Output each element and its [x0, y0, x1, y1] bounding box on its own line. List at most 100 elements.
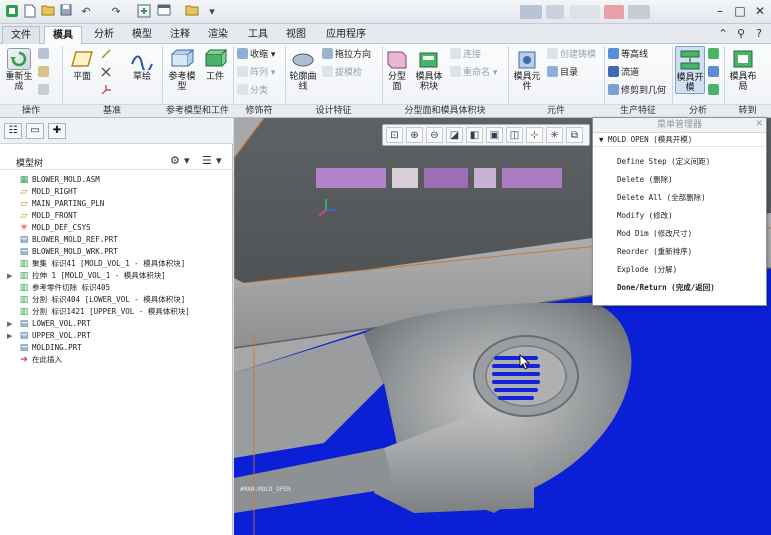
menu-manager-submenu[interactable]: ▼ MOLD OPEN (模具开模) [593, 133, 766, 147]
model-tree-item[interactable]: ▦ BLOWER_MOLD.ASM [0, 174, 233, 186]
spin-center-icon[interactable]: ✳ [546, 127, 563, 143]
model-tree-item[interactable]: ➔ 在此插入 [0, 354, 233, 366]
repaint-icon[interactable]: ◪ [446, 127, 463, 143]
model-tree-item[interactable]: ▶ ▤ LOWER_VOL.PRT [0, 318, 233, 330]
annotation-display-icon[interactable]: ⧉ [566, 127, 583, 143]
regenerate-button[interactable]: 重新生成 [2, 48, 36, 92]
menu-manager-item[interactable]: Delete (删除) [617, 174, 673, 186]
search-icon[interactable]: ⚲ [734, 27, 748, 40]
collapse-ribbon-icon[interactable]: ⌃ [716, 27, 730, 40]
workpiece-button[interactable]: 工件 [200, 48, 230, 82]
zoom-in-icon[interactable]: ⊕ [406, 127, 423, 143]
menu-manager-item[interactable]: Delete All (全部删除) [617, 192, 706, 204]
contour-curve-button[interactable]: 轮廓曲线 [288, 48, 318, 92]
model-tree-item[interactable]: ▱ MAIN_PARTING_PLN [0, 198, 233, 210]
tab-favorites[interactable]: ✚ [48, 123, 66, 139]
maximize-icon[interactable]: □ [732, 3, 748, 19]
model-tree-item[interactable]: ▶ ▤ UPPER_VOL.PRT [0, 330, 233, 342]
draft-detect-button[interactable]: 拔模检 [322, 66, 362, 79]
group-label-parting-surface[interactable]: 分型面和模具体积块 [382, 104, 508, 117]
close-icon[interactable]: ✕ [752, 3, 768, 19]
sketch-button[interactable]: 草绘 [124, 48, 160, 82]
point-icon[interactable] [100, 66, 112, 82]
tab-folder-browser[interactable]: ▭ [26, 123, 44, 139]
expand-arrow-icon[interactable]: ▶ [7, 270, 12, 282]
menu-manager-item[interactable]: Modify (修改) [617, 210, 673, 222]
window-icon[interactable] [156, 4, 172, 20]
rename-button[interactable]: 重命名 ▾ [450, 66, 497, 79]
menu-manager-item[interactable]: Done/Return (完成/返回) [617, 282, 715, 294]
model-tree-item[interactable]: ▶ ▥ 拉伸 1 [MOLD_VOL_1 - 模具体积块] [0, 270, 233, 282]
minimize-icon[interactable]: – [712, 3, 728, 19]
tab-render[interactable]: 渲染 [200, 26, 236, 44]
model-tree-item[interactable]: ▤ MOLDING.PRT [0, 342, 233, 354]
paste-icon[interactable] [38, 66, 51, 79]
new-file-icon[interactable] [22, 4, 38, 20]
model-tree-item[interactable]: ▱ MOLD_FRONT [0, 210, 233, 222]
menu-manager-item[interactable]: Define Step (定义间距) [617, 156, 710, 168]
save-icon[interactable] [58, 4, 74, 20]
tab-mold[interactable]: 模具 [44, 26, 82, 44]
mold-volume-button[interactable]: 模具体积块 [412, 48, 446, 92]
menu-manager-item[interactable]: Explode (分解) [617, 264, 677, 276]
csys-icon[interactable] [100, 84, 112, 100]
catalog-button[interactable]: 目录 [547, 66, 578, 79]
shrink-button[interactable]: 收缩 ▾ [237, 48, 275, 61]
pattern-button[interactable]: 阵列 ▾ [237, 66, 275, 79]
model-tree-item[interactable]: ▤ BLOWER_MOLD_REF.PRT [0, 234, 233, 246]
group-label-analysis[interactable]: 分析 [672, 104, 724, 117]
axis-icon[interactable] [100, 48, 112, 64]
group-label-production-features[interactable]: 生产特征 [604, 104, 672, 117]
model-tree-item[interactable]: ▥ 聚集 标识41 [MOLD_VOL_1 - 模具体积块] [0, 258, 233, 270]
regenerate-quick-icon[interactable] [136, 4, 152, 20]
undo-icon[interactable]: ↶ [78, 4, 94, 20]
tree-filter-dropdown-icon[interactable]: ▾ [184, 154, 190, 167]
close-icon[interactable]: ✕ [755, 119, 763, 129]
menu-manager-item[interactable]: Mod Dim (修改尺寸) [617, 228, 692, 240]
tab-analysis[interactable]: 分析 [86, 26, 122, 44]
display-style-icon[interactable]: ◧ [466, 127, 483, 143]
saved-views-icon[interactable]: ▣ [486, 127, 503, 143]
trim-to-geometry-button[interactable]: 修剪到几何 [608, 84, 666, 97]
expand-arrow-icon[interactable]: ▶ [7, 330, 12, 342]
menu-manager-item[interactable]: Reorder (重新排序) [617, 246, 692, 258]
connect-button[interactable]: 连接 [450, 48, 481, 61]
model-tree-item[interactable]: ✳ MOLD_DEF_CSYS [0, 222, 233, 234]
tab-applications[interactable]: 应用程序 [318, 26, 374, 44]
expand-arrow-icon[interactable]: ▶ [7, 318, 12, 330]
tree-settings-icon[interactable]: ☰ [202, 154, 212, 167]
analysis-tool-3-icon[interactable] [708, 84, 721, 97]
customize-quick-access-icon[interactable]: ▾ [204, 4, 220, 20]
folder-dropdown-icon[interactable] [184, 4, 200, 20]
group-label-operations[interactable]: 操作 [0, 104, 62, 117]
tab-file[interactable]: 文件 [2, 26, 40, 44]
tree-settings-dropdown-icon[interactable]: ▾ [216, 154, 222, 167]
mold-layout-button[interactable]: 模具布局 [727, 48, 759, 92]
analysis-tool-2-icon[interactable] [708, 66, 721, 79]
model-tree-item[interactable]: ▥ 分割 标识1421 [UPPER_VOL - 模具体积块] [0, 306, 233, 318]
tab-tools[interactable]: 工具 [240, 26, 276, 44]
plane-button[interactable]: 平面 [66, 48, 98, 82]
create-casting-button[interactable]: 创建铸模 [547, 48, 596, 61]
contour-line-button[interactable]: 等高线 [608, 48, 648, 61]
draft-direction-button[interactable]: 拖拉方向 [322, 48, 371, 61]
tab-view[interactable]: 视图 [278, 26, 314, 44]
copy-icon[interactable] [38, 48, 51, 61]
view-manager-icon[interactable]: ◫ [506, 127, 523, 143]
redo-icon[interactable]: ↷ [108, 4, 124, 20]
delete-icon[interactable] [38, 84, 51, 97]
datum-display-icon[interactable]: ⊹ [526, 127, 543, 143]
group-label-components[interactable]: 元件 [508, 104, 604, 117]
help-icon[interactable]: ? [752, 27, 766, 40]
refit-icon[interactable]: ⊡ [386, 127, 403, 143]
model-tree-item[interactable]: ▱ MOLD_RIGHT [0, 186, 233, 198]
tab-annotate[interactable]: 注释 [162, 26, 198, 44]
tab-model[interactable]: 模型 [124, 26, 160, 44]
split-button[interactable]: 分类 [237, 84, 268, 97]
mold-component-button[interactable]: 模具元件 [511, 48, 543, 92]
ref-model-button[interactable]: 参考模型 [166, 48, 198, 92]
zoom-out-icon[interactable]: ⊖ [426, 127, 443, 143]
analysis-tool-1-icon[interactable] [708, 48, 721, 61]
mold-open-button[interactable]: 模具开模 [675, 46, 705, 94]
model-tree-item[interactable]: ▥ 参考零件切除 标识405 [0, 282, 233, 294]
